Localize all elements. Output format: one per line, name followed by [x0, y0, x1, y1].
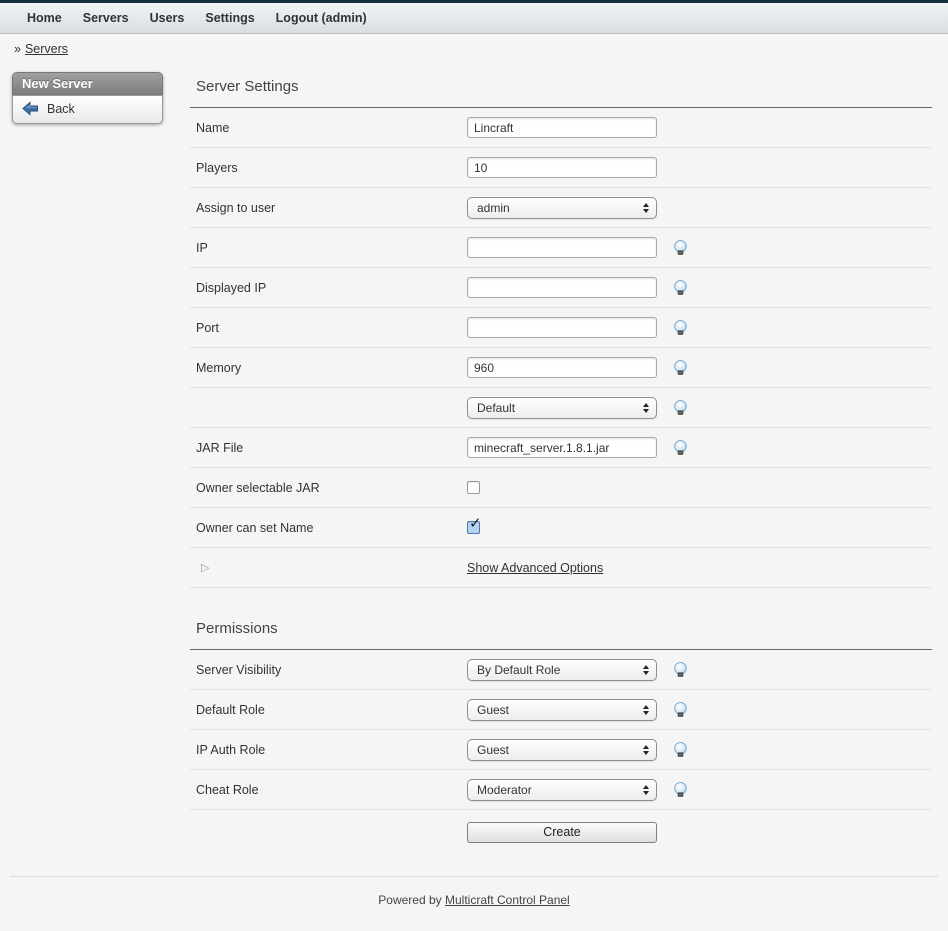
name-input[interactable]: [467, 117, 657, 138]
select-arrows-icon: [643, 785, 650, 795]
server-visibility-select[interactable]: By Default Role: [467, 659, 657, 681]
ip-auth-role-label: IP Auth Role: [196, 743, 467, 757]
form-row-advanced: ▷ Show Advanced Options: [190, 548, 932, 588]
owner-can-set-name-checkbox[interactable]: ✓: [467, 521, 480, 534]
jar-file-label: JAR File: [196, 441, 467, 455]
breadcrumb-marker: »: [14, 42, 21, 56]
assign-user-label: Assign to user: [196, 201, 467, 215]
memory-input[interactable]: [467, 357, 657, 378]
server-settings-title: Server Settings: [190, 72, 932, 107]
select-arrows-icon: [643, 665, 650, 675]
form-row-ip: IP: [190, 228, 932, 268]
powered-by-text: Powered by: [378, 893, 441, 907]
form-row-create: Create: [190, 810, 932, 850]
default-role-select[interactable]: Guest: [467, 699, 657, 721]
default-role-hint-bulb-icon[interactable]: [673, 702, 688, 718]
form-row-cheat-role: Cheat Role Moderator: [190, 770, 932, 810]
assign-user-select[interactable]: admin: [467, 197, 657, 219]
memory-label: Memory: [196, 361, 467, 375]
form-row-assign-user: Assign to user admin: [190, 188, 932, 228]
form-row-ip-auth-role: IP Auth Role Guest: [190, 730, 932, 770]
nav-item-home[interactable]: Home: [27, 11, 62, 25]
select-arrows-icon: [643, 705, 650, 715]
breadcrumb: » Servers: [0, 34, 948, 62]
select-value: Guest: [477, 703, 643, 717]
multicraft-link[interactable]: Multicraft Control Panel: [445, 893, 570, 907]
cheat-role-label: Cheat Role: [196, 783, 467, 797]
ip-hint-bulb-icon[interactable]: [673, 240, 688, 256]
show-advanced-link[interactable]: Show Advanced Options: [467, 561, 603, 575]
visibility-hint-bulb-icon[interactable]: [673, 662, 688, 678]
form-row-players: Players: [190, 148, 932, 188]
displayed-ip-label: Displayed IP: [196, 281, 467, 295]
form-row-displayed-ip: Displayed IP: [190, 268, 932, 308]
port-hint-bulb-icon[interactable]: [673, 320, 688, 336]
expand-triangle-icon[interactable]: ▷: [196, 561, 467, 574]
top-navbar: Home Servers Users Settings Logout (admi…: [0, 3, 948, 34]
select-value: admin: [477, 201, 643, 215]
nav-item-servers[interactable]: Servers: [83, 11, 129, 25]
jar-file-input[interactable]: [467, 437, 657, 458]
breadcrumb-servers-link[interactable]: Servers: [25, 42, 68, 56]
displayed-ip-input[interactable]: [467, 277, 657, 298]
select-value: Guest: [477, 743, 643, 757]
form-row-server-visibility: Server Visibility By Default Role: [190, 650, 932, 690]
players-label: Players: [196, 161, 467, 175]
form-row-owner-can-set-name: Owner can set Name ✓: [190, 508, 932, 548]
nav-item-settings[interactable]: Settings: [205, 11, 254, 25]
cheat-role-hint-bulb-icon[interactable]: [673, 782, 688, 798]
checkmark-icon: ✓: [469, 516, 482, 531]
select-arrows-icon: [643, 403, 650, 413]
displayed-ip-hint-bulb-icon[interactable]: [673, 280, 688, 296]
players-input[interactable]: [467, 157, 657, 178]
page-footer: Powered by Multicraft Control Panel: [10, 876, 938, 931]
ip-label: IP: [196, 241, 467, 255]
owner-selectable-jar-checkbox[interactable]: [467, 481, 480, 494]
server-visibility-label: Server Visibility: [196, 663, 467, 677]
select-value: Moderator: [477, 783, 643, 797]
select-value: Default: [477, 401, 643, 415]
default-role-label: Default Role: [196, 703, 467, 717]
cheat-role-select[interactable]: Moderator: [467, 779, 657, 801]
permissions-title: Permissions: [190, 614, 932, 649]
form-row-default-role: Default Role Guest: [190, 690, 932, 730]
port-input[interactable]: [467, 317, 657, 338]
form-row-memory: Memory: [190, 348, 932, 388]
form-row-name: Name: [190, 108, 932, 148]
default-select[interactable]: Default: [467, 397, 657, 419]
form-row-jar-file: JAR File: [190, 428, 932, 468]
default-hint-bulb-icon[interactable]: [673, 400, 688, 416]
ip-input[interactable]: [467, 237, 657, 258]
port-label: Port: [196, 321, 467, 335]
select-value: By Default Role: [477, 663, 643, 677]
form-row-world-type: Default: [190, 388, 932, 428]
owner-selectable-jar-label: Owner selectable JAR: [196, 481, 467, 495]
memory-hint-bulb-icon[interactable]: [673, 360, 688, 376]
back-arrow-icon: [22, 101, 39, 116]
owner-can-set-name-label: Owner can set Name: [196, 521, 467, 535]
sidebar-title: New Server: [12, 72, 163, 95]
nav-item-users[interactable]: Users: [150, 11, 185, 25]
form-row-owner-selectable-jar: Owner selectable JAR: [190, 468, 932, 508]
nav-item-logout[interactable]: Logout (admin): [276, 11, 367, 25]
sidebar-panel: New Server Back: [12, 72, 163, 124]
ip-auth-hint-bulb-icon[interactable]: [673, 742, 688, 758]
jar-hint-bulb-icon[interactable]: [673, 440, 688, 456]
create-button[interactable]: Create: [467, 822, 657, 843]
select-arrows-icon: [643, 203, 650, 213]
name-label: Name: [196, 121, 467, 135]
ip-auth-role-select[interactable]: Guest: [467, 739, 657, 761]
form-row-port: Port: [190, 308, 932, 348]
select-arrows-icon: [643, 745, 650, 755]
back-label: Back: [47, 102, 75, 116]
back-button[interactable]: Back: [22, 101, 153, 116]
